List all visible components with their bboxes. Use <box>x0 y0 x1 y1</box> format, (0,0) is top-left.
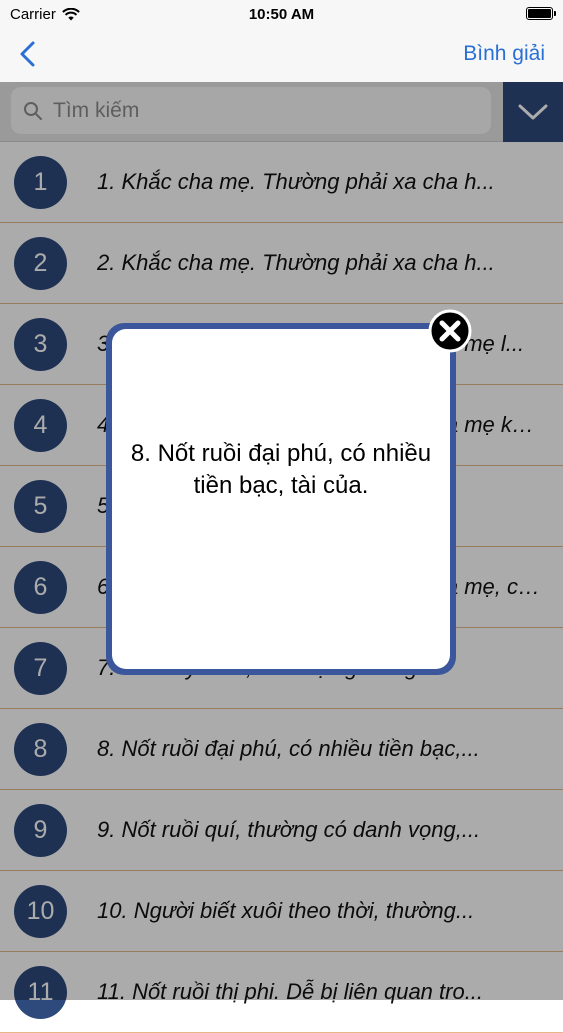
detail-popup: 8. Nốt ruồi đại phú, có nhiều tiền bạc, … <box>106 323 456 675</box>
battery-icon <box>526 7 556 20</box>
close-x-icon[interactable] <box>428 309 472 353</box>
status-bar: Carrier 10:50 AM <box>0 0 563 30</box>
nav-backdrop <box>0 30 563 82</box>
clock: 10:50 AM <box>248 6 315 23</box>
popup-text: 8. Nốt ruồi đại phú, có nhiều tiền bạc, … <box>130 440 432 499</box>
popup-content: 8. Nốt ruồi đại phú, có nhiều tiền bạc, … <box>112 329 450 669</box>
